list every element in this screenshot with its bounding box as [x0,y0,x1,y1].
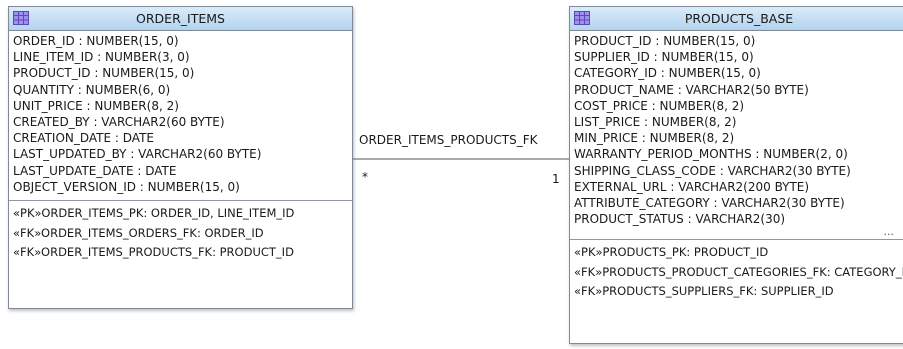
source-cardinality: * [362,170,368,184]
target-cardinality: 1 [552,172,560,186]
relationship-name[interactable]: ORDER_ITEMS_PRODUCTS_FK [359,133,538,147]
relationship-connector[interactable] [0,0,903,349]
